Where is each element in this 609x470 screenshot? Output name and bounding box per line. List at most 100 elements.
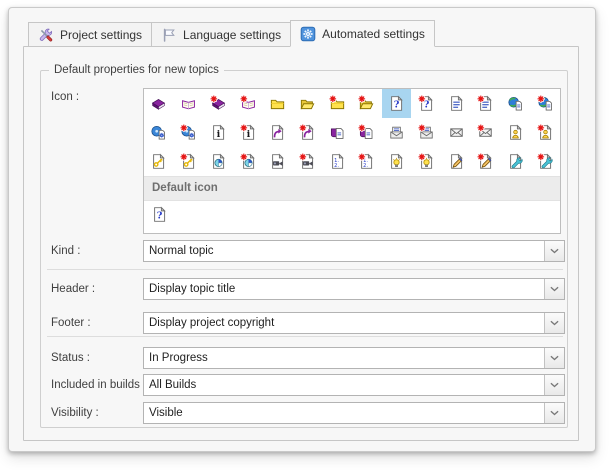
page-numbers-icon[interactable]: 1. 2. bbox=[322, 147, 352, 176]
svg-text:2.: 2. bbox=[334, 163, 339, 169]
field-row-header: Header : Display topic title bbox=[41, 278, 567, 300]
globe-page-icon[interactable] bbox=[501, 89, 531, 118]
field-row-included-in-builds: Included in builds : All Builds bbox=[41, 374, 567, 396]
svg-text:2.: 2. bbox=[363, 163, 368, 169]
globe-gear-new-icon[interactable] bbox=[174, 118, 204, 147]
globe-page-new-icon[interactable] bbox=[530, 89, 560, 118]
field-row-status: Status : In Progress bbox=[41, 347, 567, 369]
status-selected-value: In Progress bbox=[149, 352, 208, 364]
svg-text:i: i bbox=[216, 129, 220, 140]
folder-icon[interactable] bbox=[263, 89, 293, 118]
page-wrench-new-icon[interactable] bbox=[530, 147, 560, 176]
visibility-selected-value: Visible bbox=[149, 407, 183, 419]
included-in-builds-label: Included in builds : bbox=[51, 379, 147, 391]
visibility-label: Visibility : bbox=[51, 407, 99, 419]
chevron-down-icon[interactable] bbox=[544, 241, 564, 261]
icon-picker-list[interactable]: ?? i i 1. 2. 1. 2. Default icon ? bbox=[143, 88, 561, 234]
tools-icon bbox=[38, 27, 54, 43]
icon-field-label: Icon : bbox=[51, 91, 80, 103]
tab-bar: Project settings Language settings Automat… bbox=[28, 20, 435, 47]
chevron-down-icon[interactable] bbox=[544, 375, 564, 395]
page-key-new-icon[interactable] bbox=[174, 147, 204, 176]
mail-icon[interactable] bbox=[441, 118, 471, 147]
footer-select[interactable]: Display project copyright bbox=[143, 312, 565, 334]
page-lines-new-icon[interactable] bbox=[471, 89, 501, 118]
mail-new-icon[interactable] bbox=[471, 118, 501, 147]
folder-open-icon[interactable] bbox=[293, 89, 323, 118]
page-person-icon[interactable] bbox=[501, 118, 531, 147]
page-question-new-icon[interactable]: ? bbox=[411, 89, 441, 118]
page-info-icon[interactable]: i bbox=[203, 118, 233, 147]
folder-new-icon[interactable] bbox=[322, 89, 352, 118]
mail-open-icon[interactable] bbox=[382, 118, 412, 147]
icon-grid-row: ii bbox=[144, 118, 560, 147]
footer-label: Footer : bbox=[51, 317, 91, 329]
book-page-new-icon[interactable] bbox=[352, 118, 382, 147]
chevron-down-icon[interactable] bbox=[544, 279, 564, 299]
page-wrench-icon[interactable] bbox=[501, 147, 531, 176]
page-lines-icon[interactable] bbox=[441, 89, 471, 118]
included-in-builds-selected-value: All Builds bbox=[149, 379, 197, 391]
tab-label: Language settings bbox=[183, 27, 282, 42]
book-open-icon[interactable] bbox=[174, 89, 204, 118]
page-question-icon[interactable]: ? bbox=[381, 89, 412, 118]
kind-selected-value: Normal topic bbox=[149, 245, 214, 257]
page-edit-new-icon[interactable] bbox=[471, 147, 501, 176]
page-bulb-new-icon[interactable] bbox=[411, 147, 441, 176]
chevron-down-icon[interactable] bbox=[544, 348, 564, 368]
flag-icon bbox=[161, 27, 177, 43]
mail-open-new-icon[interactable] bbox=[411, 118, 441, 147]
header-select[interactable]: Display topic title bbox=[143, 278, 565, 300]
page-pie-new-icon[interactable] bbox=[233, 147, 263, 176]
book-page-icon[interactable] bbox=[322, 118, 352, 147]
field-row-kind: Kind : Normal topic bbox=[41, 240, 567, 262]
included-in-builds-select[interactable]: All Builds bbox=[143, 374, 565, 396]
group-title: Default properties for new topics bbox=[49, 63, 224, 78]
header-selected-value: Display topic title bbox=[149, 283, 236, 295]
tab-label: Project settings bbox=[60, 27, 143, 42]
page-bulb-icon[interactable] bbox=[382, 147, 412, 176]
default-icon-section-label: Default icon bbox=[152, 182, 218, 194]
default-icon-section-header: Default icon bbox=[144, 176, 560, 201]
book-closed-icon[interactable] bbox=[144, 89, 174, 118]
book-open-new-icon[interactable] bbox=[233, 89, 263, 118]
globe-gear-icon[interactable] bbox=[144, 118, 174, 147]
group-default-properties: Default properties for new topics Icon :… bbox=[40, 63, 568, 428]
page-key-icon[interactable] bbox=[144, 147, 174, 176]
page-arrow-new-icon[interactable] bbox=[293, 118, 323, 147]
page-info-new-icon[interactable]: i bbox=[233, 118, 263, 147]
header-label: Header : bbox=[51, 283, 96, 295]
chevron-down-icon[interactable] bbox=[544, 313, 564, 333]
svg-text:?: ? bbox=[157, 211, 163, 222]
kind-select[interactable]: Normal topic bbox=[143, 240, 565, 262]
tab-label: Automated settings bbox=[322, 26, 425, 41]
icon-grid-row: ?? bbox=[144, 89, 560, 118]
topic-default-properties-dialog: Project settings Language settings Automat… bbox=[8, 7, 596, 452]
page-edit-icon[interactable] bbox=[441, 147, 471, 176]
chevron-down-icon[interactable] bbox=[544, 403, 564, 423]
field-row-visibility: Visibility : Visible bbox=[41, 402, 567, 424]
tab-automated-settings[interactable]: Automated settings bbox=[290, 20, 435, 47]
default-icon-row[interactable]: ? bbox=[144, 201, 560, 233]
tab-project-settings[interactable]: Project settings bbox=[28, 22, 153, 47]
page-question-icon: ? bbox=[151, 206, 168, 228]
page-numbers-new-icon[interactable]: 1. 2. bbox=[352, 147, 382, 176]
automated-settings-panel: Default properties for new topics Icon :… bbox=[23, 46, 579, 441]
kind-label: Kind : bbox=[51, 245, 81, 257]
footer-selected-value: Display project copyright bbox=[149, 317, 275, 329]
tab-language-settings[interactable]: Language settings bbox=[151, 22, 292, 47]
svg-text:i: i bbox=[246, 129, 250, 140]
page-person-new-icon[interactable] bbox=[530, 118, 560, 147]
visibility-select[interactable]: Visible bbox=[143, 402, 565, 424]
page-camera-new-icon[interactable] bbox=[293, 147, 323, 176]
gear-icon bbox=[300, 26, 316, 42]
icon-grid-row: 1. 2. 1. 2. bbox=[144, 147, 560, 176]
svg-text:?: ? bbox=[394, 100, 400, 111]
status-select[interactable]: In Progress bbox=[143, 347, 565, 369]
folder-open-new-icon[interactable] bbox=[352, 89, 382, 118]
page-pie-icon[interactable] bbox=[203, 147, 233, 176]
page-arrow-icon[interactable] bbox=[263, 118, 293, 147]
status-label: Status : bbox=[51, 352, 90, 364]
book-closed-new-icon[interactable] bbox=[203, 89, 233, 118]
page-camera-icon[interactable] bbox=[263, 147, 293, 176]
